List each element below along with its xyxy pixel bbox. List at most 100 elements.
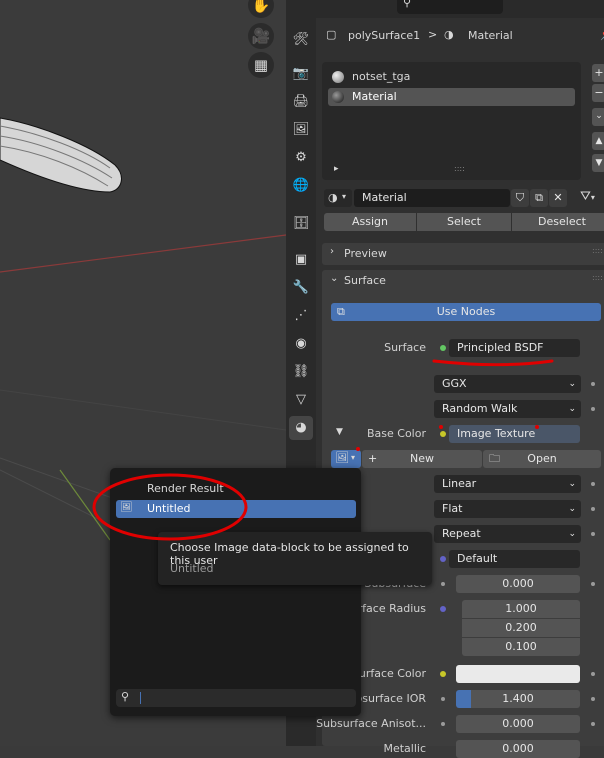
move-down-button[interactable]: ▼ bbox=[592, 154, 604, 172]
subsurface-anisotropy-value[interactable]: 0.000 bbox=[456, 715, 580, 733]
keyframe-dot[interactable] bbox=[591, 507, 595, 511]
material-sphere-icon bbox=[332, 91, 344, 103]
text-cursor bbox=[140, 692, 141, 704]
particles-tab-icon[interactable]: ⋰ bbox=[289, 304, 313, 328]
panel-title: Surface bbox=[344, 274, 386, 287]
constraints-tab-icon[interactable]: ⛓ bbox=[289, 360, 313, 384]
open-image-button[interactable]: 🗀 Open bbox=[483, 450, 601, 468]
modifier-tab-icon[interactable]: 🔧 bbox=[289, 276, 313, 300]
keyframe-dot[interactable] bbox=[591, 697, 595, 701]
browse-material-button[interactable]: ◑ ▾ bbox=[324, 189, 352, 207]
metallic-label: Metallic bbox=[383, 742, 426, 755]
subsurface-value[interactable]: 0.000 bbox=[456, 575, 580, 593]
keyframe-dot[interactable] bbox=[591, 672, 595, 676]
view-layer-tab-icon[interactable]: 🖼 bbox=[289, 118, 313, 142]
projection-value: Flat bbox=[442, 502, 463, 515]
socket-yellow-icon bbox=[440, 671, 446, 677]
chevron-down-icon: ⌄ bbox=[568, 504, 576, 514]
popup-search-input[interactable]: ⚲ bbox=[116, 689, 356, 707]
assign-button[interactable]: Assign bbox=[324, 213, 416, 231]
hand-icon[interactable]: ✋ bbox=[248, 0, 274, 18]
radius-x[interactable]: 1.000 bbox=[462, 600, 580, 618]
data-tab-icon[interactable]: ▽ bbox=[289, 388, 313, 412]
material-tab-icon[interactable]: ◕ bbox=[289, 416, 313, 440]
breadcrumb: ▢ polySurface1 > ◑ Material 📌 bbox=[324, 26, 604, 46]
output-tab-icon[interactable]: 🖨 bbox=[289, 90, 313, 114]
move-up-button[interactable]: ▲ bbox=[592, 132, 604, 150]
world-tab-icon[interactable]: 🌐 bbox=[289, 174, 313, 198]
tooltip-subtitle: Untitled bbox=[170, 562, 214, 575]
unlink-icon[interactable]: ✕ bbox=[549, 189, 567, 207]
list-expand-icon[interactable]: ▸ bbox=[334, 164, 339, 174]
list-item[interactable]: Material bbox=[328, 88, 575, 106]
physics-tab-icon[interactable]: ◉ bbox=[289, 332, 313, 356]
deselect-button[interactable]: Deselect bbox=[512, 213, 604, 231]
subsurface-method-value: Random Walk bbox=[442, 402, 518, 415]
material-icon: ◑ bbox=[328, 191, 338, 204]
use-nodes-button[interactable]: ⧉ Use Nodes bbox=[331, 303, 601, 321]
subsurface-ior-value[interactable]: 1.400 bbox=[456, 690, 580, 708]
object-tab-icon[interactable]: ▣ bbox=[289, 248, 313, 272]
extension-value: Repeat bbox=[442, 527, 481, 540]
collection-tab-icon[interactable]: 🗄 bbox=[289, 212, 313, 236]
projection-dropdown[interactable]: Flat ⌄ bbox=[434, 500, 581, 518]
keyframe-dot[interactable] bbox=[591, 382, 595, 386]
keyframe-dot[interactable] bbox=[591, 407, 595, 411]
preview-panel-header[interactable]: › Preview :::: bbox=[322, 243, 604, 265]
material-slot-list[interactable]: notset_tga Material ▸ :::: bbox=[322, 62, 581, 180]
red-underline-annotation bbox=[432, 359, 554, 367]
socket-yellow-icon bbox=[440, 431, 446, 437]
extension-dropdown[interactable]: Repeat ⌄ bbox=[434, 525, 581, 543]
scene-tab-icon[interactable]: ⚙ bbox=[289, 146, 313, 170]
red-mark bbox=[535, 425, 539, 429]
socket-grey-icon bbox=[441, 582, 445, 586]
search-icon: ⚲ bbox=[121, 690, 130, 703]
slot-specials-button[interactable]: ⌄ bbox=[592, 108, 604, 126]
keyframe-dot[interactable] bbox=[591, 482, 595, 486]
distribution-dropdown[interactable]: GGX ⌄ bbox=[434, 375, 581, 393]
mesh-object-icon: ▢ bbox=[326, 28, 337, 41]
duplicate-icon[interactable]: ⧉ bbox=[530, 189, 548, 207]
material-icon: ◑ bbox=[444, 28, 454, 41]
radius-y[interactable]: 0.200 bbox=[462, 619, 580, 637]
subsurface-method-dropdown[interactable]: Random Walk ⌄ bbox=[434, 400, 581, 418]
pin-icon[interactable]: 📌 bbox=[600, 28, 604, 41]
add-slot-button[interactable]: + bbox=[592, 64, 604, 82]
chevron-down-icon: ⌄ bbox=[568, 379, 576, 389]
keyframe-dot[interactable] bbox=[591, 582, 595, 586]
remove-slot-button[interactable]: − bbox=[592, 84, 604, 102]
surface-panel-header[interactable]: ⌄ Surface :::: bbox=[322, 270, 604, 292]
drag-grip-icon[interactable]: :::: bbox=[592, 246, 603, 255]
render-tab-icon[interactable]: 📷 bbox=[289, 62, 313, 86]
material-name-field[interactable]: Material bbox=[354, 189, 510, 207]
select-button[interactable]: Select bbox=[417, 213, 511, 231]
interpolation-dropdown[interactable]: Linear ⌄ bbox=[434, 475, 581, 493]
keyframe-dot[interactable] bbox=[591, 722, 595, 726]
material-sphere-icon bbox=[332, 71, 344, 83]
red-mark bbox=[356, 447, 360, 451]
node-tree-icon[interactable]: ⛛▾ bbox=[580, 189, 604, 207]
radius-z[interactable]: 0.100 bbox=[462, 638, 580, 656]
fake-user-icon[interactable]: ⛉ bbox=[511, 189, 529, 207]
grid-icon[interactable]: ▦ bbox=[248, 52, 274, 78]
image-icon: 🖼 bbox=[335, 451, 349, 464]
list-resize-grip[interactable]: :::: bbox=[454, 164, 465, 173]
drag-grip-icon[interactable]: :::: bbox=[592, 273, 603, 282]
subsurface-color-swatch[interactable] bbox=[456, 665, 580, 683]
socket-purple-icon bbox=[440, 556, 446, 562]
image-browse-button[interactable]: 🖼 ▾ bbox=[331, 450, 361, 468]
list-item[interactable]: notset_tga bbox=[328, 68, 575, 86]
collapse-triangle-icon[interactable]: ▼ bbox=[336, 427, 343, 437]
chevron-down-icon: ⌄ bbox=[568, 529, 576, 539]
new-image-button[interactable]: + New bbox=[362, 450, 482, 468]
search-icon: ⚲ bbox=[403, 0, 412, 9]
tool-tab-icon[interactable]: 🛠 bbox=[289, 28, 313, 52]
metallic-value[interactable]: 0.000 bbox=[456, 740, 580, 758]
vector-field[interactable]: Default bbox=[449, 550, 580, 568]
properties-search-input[interactable]: ⚲ bbox=[397, 0, 503, 14]
keyframe-dot[interactable] bbox=[591, 532, 595, 536]
base-color-input-field[interactable]: Image Texture bbox=[449, 425, 580, 443]
viewport-nav-gizmos: ✋ 🎥 ▦ bbox=[246, 0, 278, 80]
slot-name: notset_tga bbox=[352, 70, 411, 83]
camera-icon[interactable]: 🎥 bbox=[248, 23, 274, 49]
